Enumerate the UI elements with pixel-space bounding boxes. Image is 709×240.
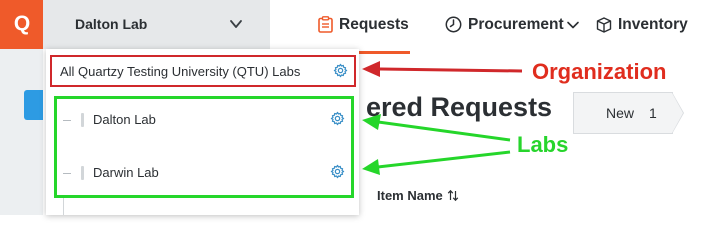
organization-annotation: Organization — [532, 59, 667, 84]
labs-arrow-lower — [362, 150, 511, 175]
labs-arrow-upper — [362, 114, 511, 142]
annotation-arrows — [362, 61, 523, 175]
labs-annotation: Labs — [517, 132, 569, 157]
organization-arrow — [362, 61, 523, 77]
